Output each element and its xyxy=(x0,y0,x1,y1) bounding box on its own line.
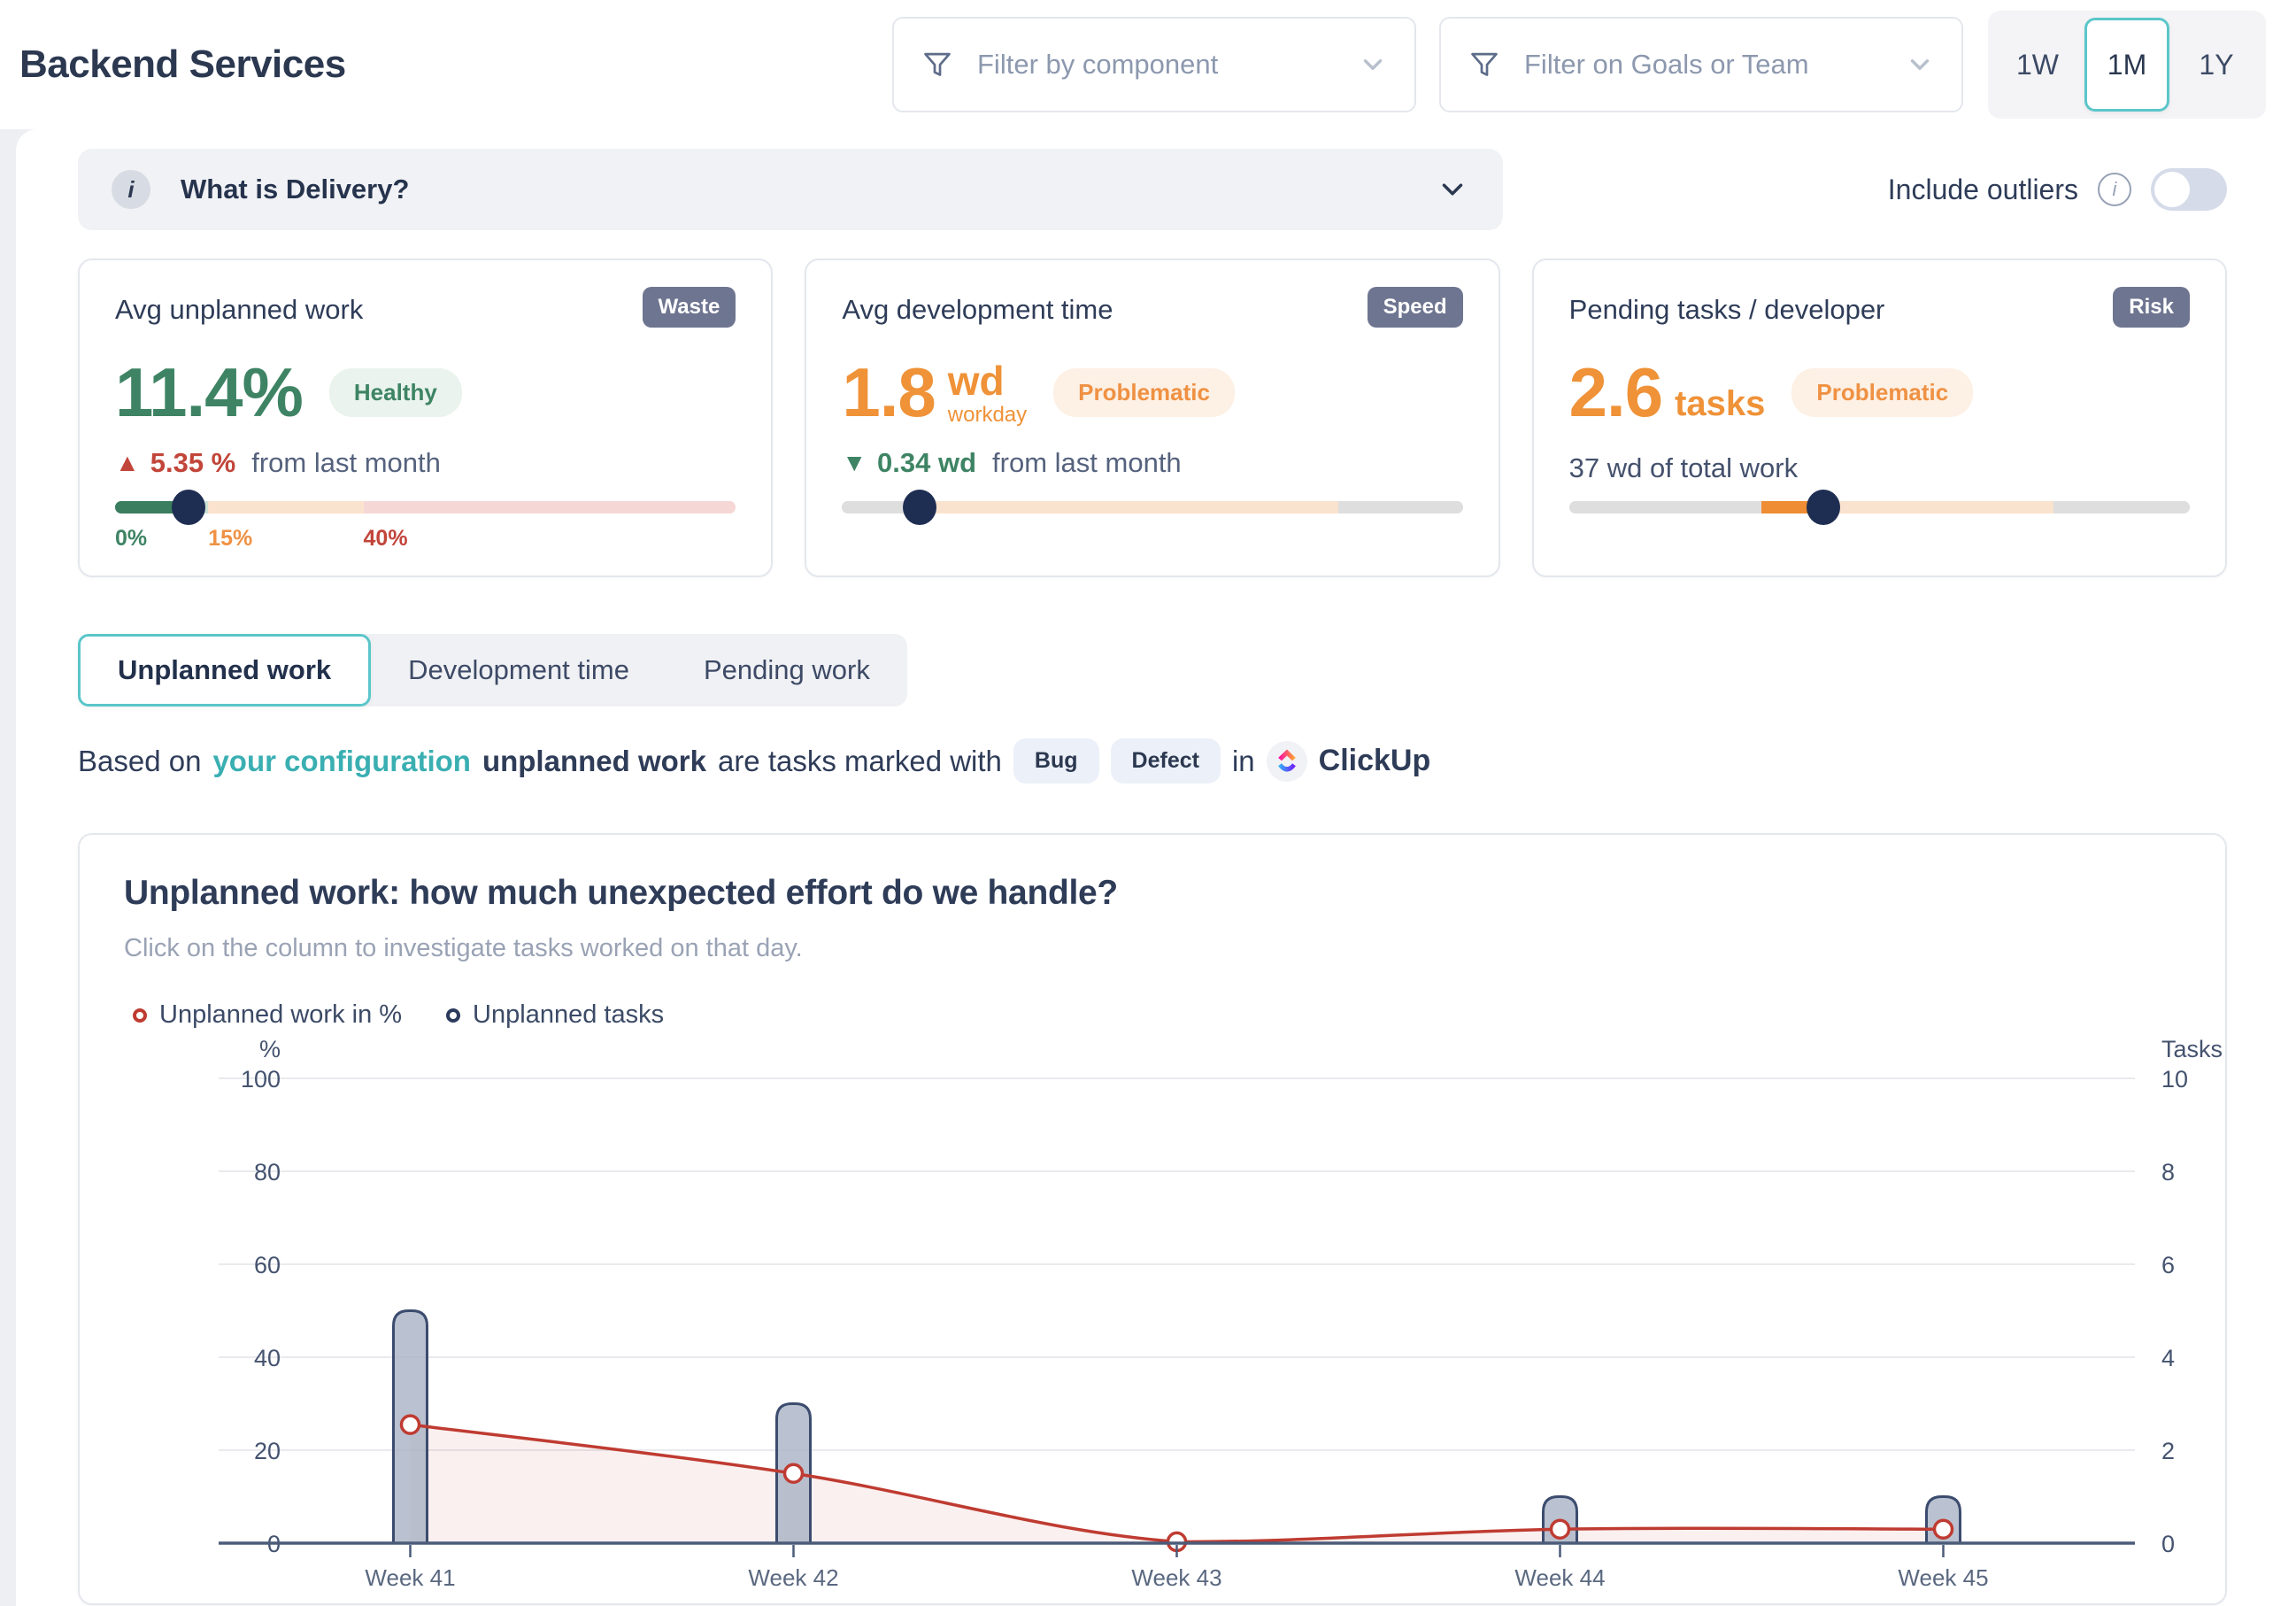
funnel-icon xyxy=(1468,48,1501,81)
gauge-knob xyxy=(1807,490,1840,525)
speed-tag: Speed xyxy=(1368,287,1463,328)
include-outliers-label: Include outliers xyxy=(1888,174,2078,206)
tab-pending-work[interactable]: Pending work xyxy=(666,634,907,706)
note-bold: unplanned work xyxy=(482,745,706,778)
svg-text:100: 100 xyxy=(241,1066,281,1093)
app-header: Backend Services Filter by component Fil… xyxy=(0,0,2296,129)
note-connector: in xyxy=(1232,745,1255,778)
metric-value: 2.6 xyxy=(1569,352,1662,433)
funnel-icon xyxy=(921,48,954,81)
metric-subtext: 37 wd of total work xyxy=(1569,452,2190,484)
chevron-down-icon xyxy=(1358,50,1388,80)
filter-goals-team-placeholder: Filter on Goals or Team xyxy=(1524,49,1905,81)
chart-svg[interactable]: 0020240460680810010%TasksWeek 41Week 42W… xyxy=(80,1038,2225,1594)
main-content: i What is Delivery? Include outliers i A… xyxy=(16,129,2296,1606)
toggle-knob xyxy=(2154,172,2190,207)
range-option-1y[interactable]: 1Y xyxy=(2174,18,2259,112)
threshold-gauge: 0%15%40% xyxy=(115,501,736,556)
svg-text:4: 4 xyxy=(2161,1345,2175,1371)
metric-unit: wd xyxy=(948,360,1027,401)
svg-text:10: 10 xyxy=(2161,1066,2188,1093)
tab-development-time[interactable]: Development time xyxy=(371,634,666,706)
clickup-logo-icon xyxy=(1267,741,1307,782)
info-circle-icon[interactable]: i xyxy=(2098,173,2131,206)
legend-ring-icon xyxy=(133,1008,147,1023)
svg-text:60: 60 xyxy=(254,1252,281,1278)
chart-title: Unplanned work: how much unexpected effo… xyxy=(80,835,2225,913)
defect-chip: Defect xyxy=(1111,738,1221,784)
config-note: Based on your configuration unplanned wo… xyxy=(78,738,2227,784)
waste-tag: Waste xyxy=(643,287,736,328)
gauge-knob xyxy=(903,490,936,525)
info-icon: i xyxy=(112,170,150,209)
svg-text:40: 40 xyxy=(254,1345,281,1371)
delta-value: 0.34 wd xyxy=(877,447,976,479)
range-option-1m[interactable]: 1M xyxy=(2084,18,2169,112)
card-title: Avg development time xyxy=(842,287,1113,326)
svg-text:2: 2 xyxy=(2161,1438,2175,1464)
svg-text:Week 41: Week 41 xyxy=(365,1564,455,1589)
include-outliers-toggle[interactable] xyxy=(2151,168,2227,211)
card-pending-tasks: Pending tasks / developer Risk 2.6 tasks… xyxy=(1532,259,2227,577)
time-range-toggle: 1W 1M 1Y xyxy=(1988,11,2266,119)
accordion-label: What is Delivery? xyxy=(181,174,1436,205)
chevron-down-icon xyxy=(1436,173,1469,206)
card-avg-development-time: Avg development time Speed 1.8 wd workda… xyxy=(805,259,1499,577)
svg-text:Week 45: Week 45 xyxy=(1898,1564,1988,1589)
delta-suffix: from last month xyxy=(251,447,441,479)
legend-unplanned-percent: Unplanned work in % xyxy=(133,1000,402,1030)
chevron-down-icon xyxy=(1905,50,1935,80)
card-avg-unplanned-work: Avg unplanned work Waste 11.4% Healthy ▲… xyxy=(78,259,773,577)
tab-unplanned-work[interactable]: Unplanned work xyxy=(78,634,371,706)
metric-tabs: Unplanned work Development time Pending … xyxy=(78,634,907,706)
delta-value: 5.35 % xyxy=(150,447,236,479)
chart-subtitle: Click on the column to investigate tasks… xyxy=(80,913,2225,963)
gauge-knob xyxy=(172,490,205,525)
filter-component-placeholder: Filter by component xyxy=(977,49,1358,81)
filter-component-dropdown[interactable]: Filter by component xyxy=(892,17,1416,112)
threshold-gauge xyxy=(842,501,1462,556)
metric-cards-row: Avg unplanned work Waste 11.4% Healthy ▲… xyxy=(78,259,2227,577)
metric-unit-sub: workday xyxy=(948,405,1027,426)
svg-text:Tasks: Tasks xyxy=(2161,1038,2223,1062)
filter-goals-team-dropdown[interactable]: Filter on Goals or Team xyxy=(1439,17,1963,112)
configuration-link[interactable]: your configuration xyxy=(212,745,471,778)
svg-text:8: 8 xyxy=(2161,1159,2175,1185)
risk-tag: Risk xyxy=(2113,287,2190,328)
metric-value: 1.8 xyxy=(842,352,935,433)
unplanned-work-chart-card: Unplanned work: how much unexpected effo… xyxy=(78,833,2227,1605)
delta-suffix: from last month xyxy=(992,447,1182,479)
note-middle: are tasks marked with xyxy=(718,745,1002,778)
note-prefix: Based on xyxy=(78,745,201,778)
legend-unplanned-tasks: Unplanned tasks xyxy=(446,1000,664,1030)
metric-value: 11.4% xyxy=(115,352,303,433)
what-is-delivery-accordion[interactable]: i What is Delivery? xyxy=(78,149,1503,230)
svg-text:6: 6 xyxy=(2161,1252,2175,1278)
svg-text:80: 80 xyxy=(254,1159,281,1185)
chart-legend: Unplanned work in % Unplanned tasks xyxy=(80,963,2225,1030)
svg-text:Week 42: Week 42 xyxy=(748,1564,838,1589)
card-title: Avg unplanned work xyxy=(115,287,363,326)
card-title: Pending tasks / developer xyxy=(1569,287,1885,326)
status-badge: Problematic xyxy=(1053,368,1235,417)
range-option-1w[interactable]: 1W xyxy=(1995,18,2080,112)
legend-ring-icon xyxy=(446,1008,460,1023)
page-title: Backend Services xyxy=(19,42,346,87)
svg-text:Week 44: Week 44 xyxy=(1514,1564,1605,1589)
status-badge: Healthy xyxy=(329,368,462,417)
svg-text:%: % xyxy=(259,1038,281,1062)
bug-chip: Bug xyxy=(1013,738,1099,784)
status-badge: Problematic xyxy=(1791,368,1973,417)
trend-down-icon: ▼ xyxy=(842,449,867,477)
svg-text:Week 43: Week 43 xyxy=(1131,1564,1221,1589)
trend-up-icon: ▲ xyxy=(115,449,140,477)
clickup-label: ClickUp xyxy=(1319,744,1431,778)
metric-unit: tasks xyxy=(1675,384,1765,424)
svg-text:0: 0 xyxy=(2161,1531,2175,1557)
threshold-gauge xyxy=(1569,501,2190,556)
svg-text:20: 20 xyxy=(254,1438,281,1464)
